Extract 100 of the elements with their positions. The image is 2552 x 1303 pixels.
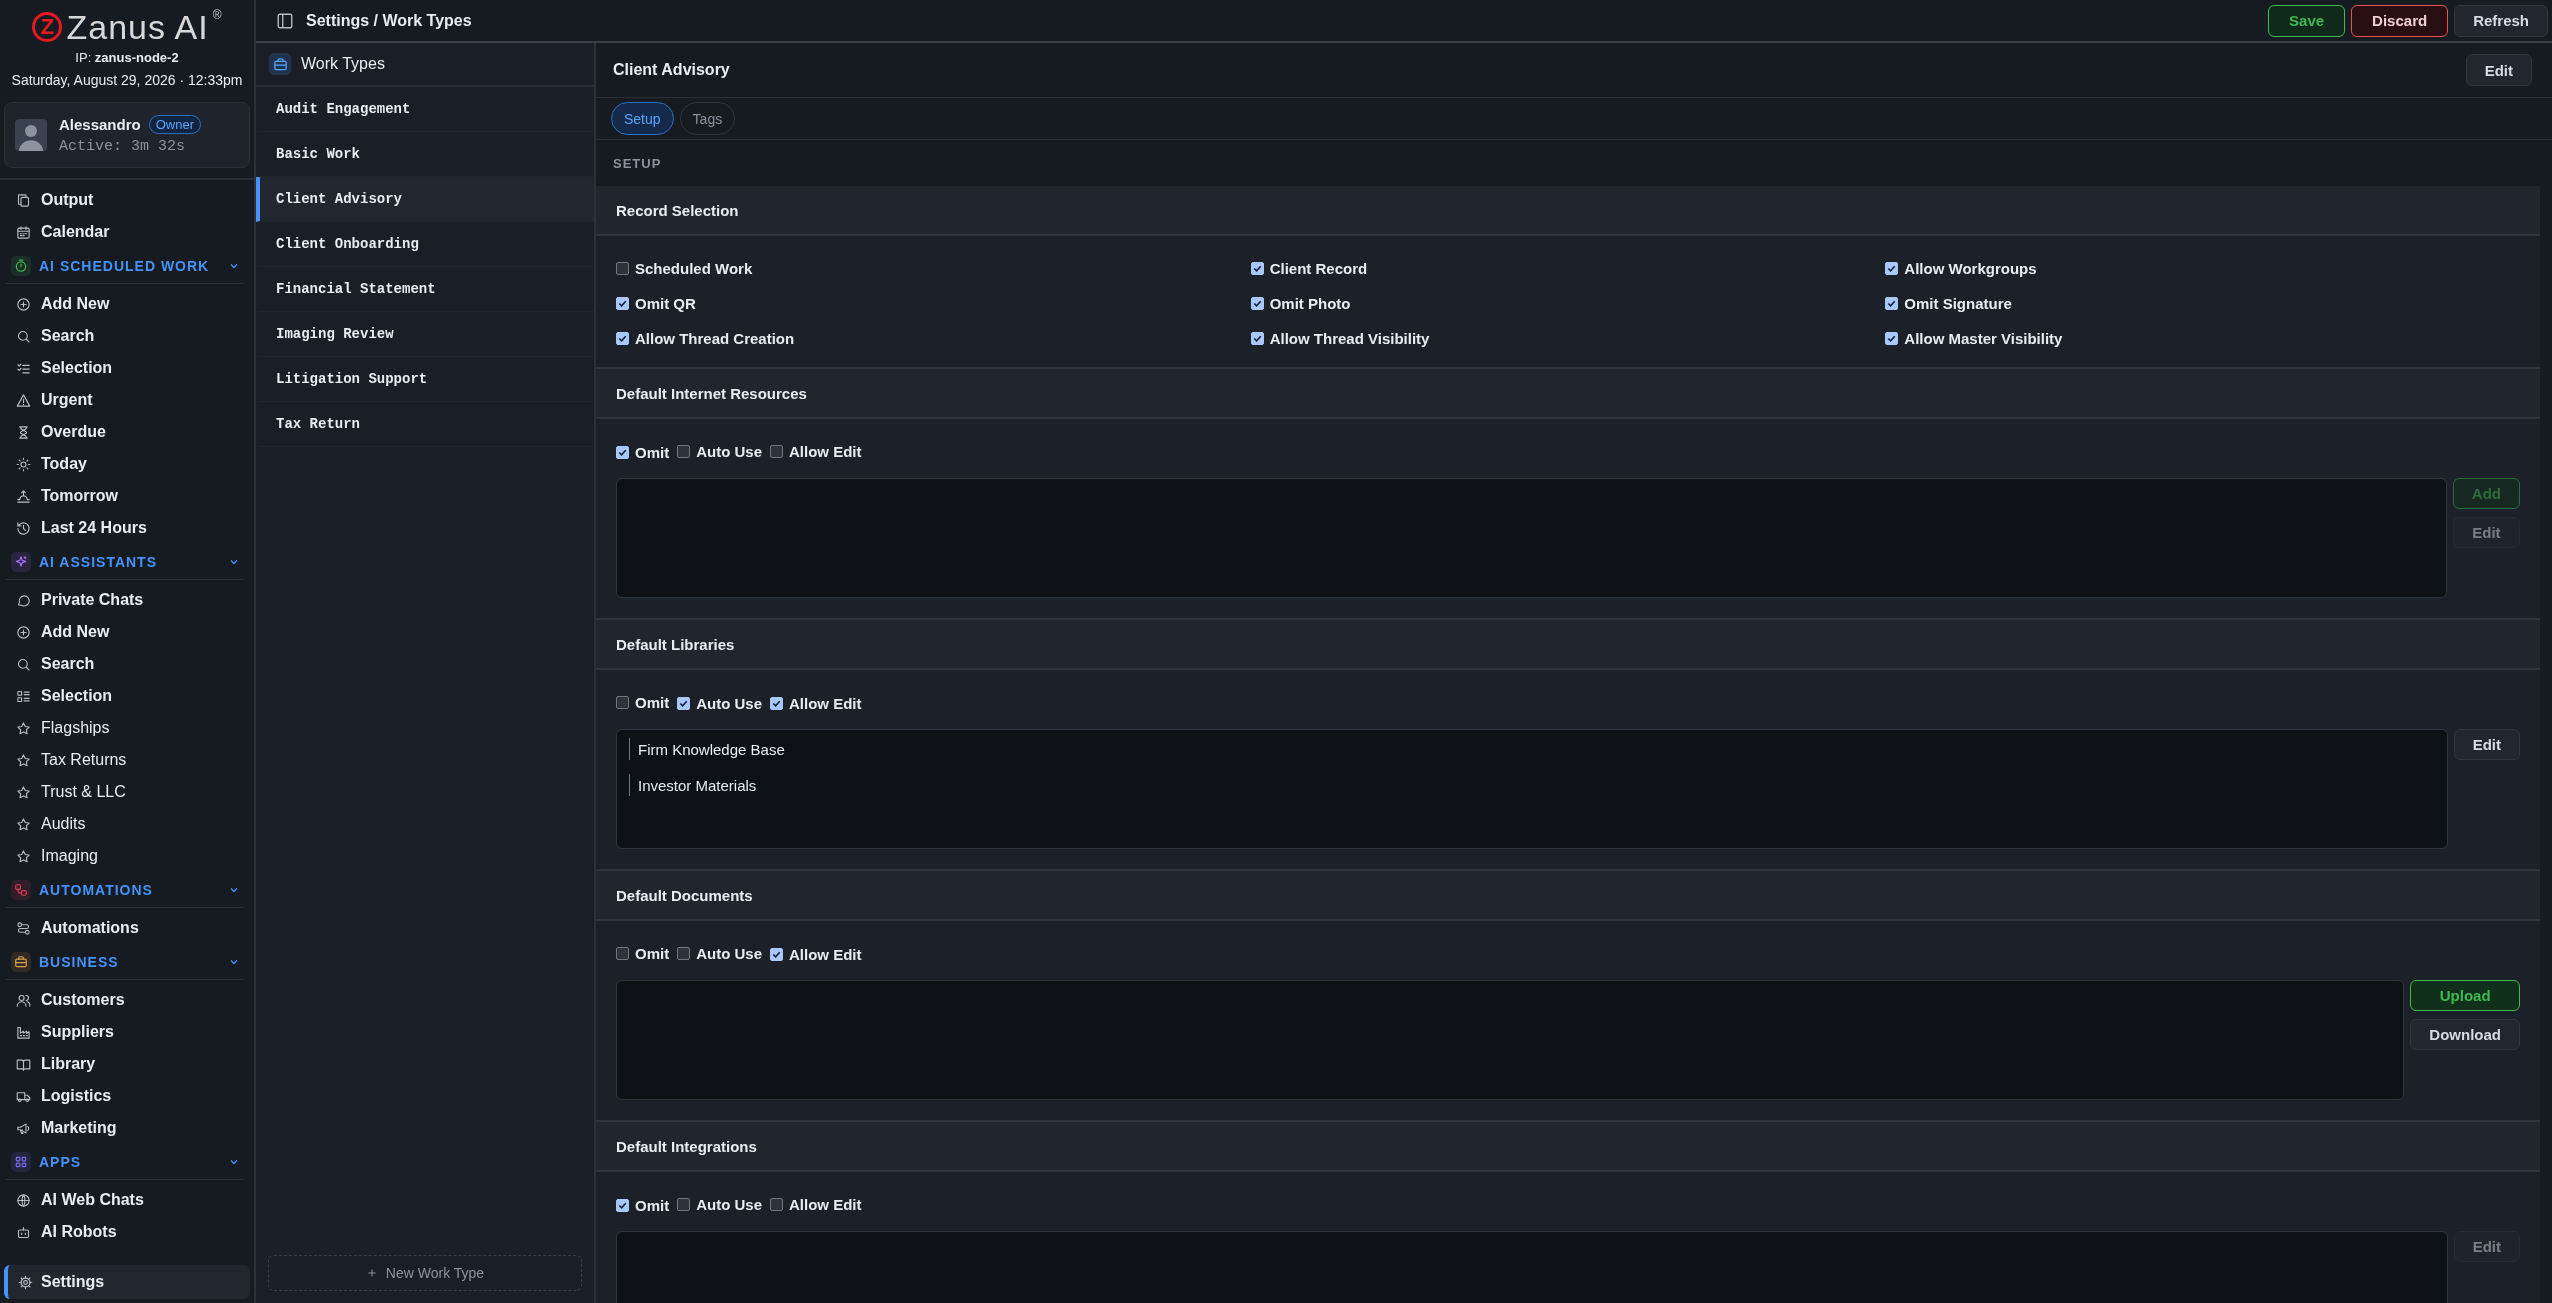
- star-icon: [16, 816, 31, 832]
- checkbox[interactable]: [616, 332, 629, 345]
- globe-icon: [16, 1192, 31, 1208]
- nav-item[interactable]: AI Robots: [6, 1216, 248, 1248]
- nav-item[interactable]: Library: [6, 1048, 248, 1080]
- nav-item[interactable]: Private Chats: [6, 584, 248, 616]
- checkbox-label: Allow Master Visibility: [1904, 330, 2063, 347]
- list-entry[interactable]: Firm Knowledge Base: [629, 738, 2435, 760]
- nav-item[interactable]: Flagships: [6, 712, 248, 744]
- nav-item[interactable]: Overdue: [6, 416, 248, 448]
- checkbox[interactable]: [677, 697, 691, 710]
- checkbox[interactable]: [770, 1198, 783, 1211]
- nav-item[interactable]: Urgent: [6, 384, 248, 416]
- checkbox[interactable]: [677, 1198, 691, 1211]
- nav-item[interactable]: Trust & LLC: [6, 776, 248, 808]
- work-type-item[interactable]: Tax Return: [256, 402, 594, 447]
- checkbox[interactable]: [616, 297, 629, 310]
- nav-item[interactable]: Logistics: [6, 1080, 248, 1112]
- documents-icon: [16, 192, 31, 208]
- nav-item[interactable]: Automations: [6, 912, 248, 944]
- nav-item[interactable]: Search: [6, 320, 248, 352]
- save-button[interactable]: Save: [2268, 4, 2346, 37]
- checkbox[interactable]: [616, 1199, 629, 1212]
- checkbox-label: Allow Edit: [789, 946, 862, 963]
- star-icon: [16, 752, 31, 768]
- factory-icon: [16, 1024, 31, 1040]
- work-type-item[interactable]: Litigation Support: [256, 357, 594, 402]
- checkbox[interactable]: [1250, 332, 1264, 345]
- checkbox[interactable]: [1250, 262, 1264, 275]
- checkbox[interactable]: [770, 948, 783, 961]
- checkbox[interactable]: [1885, 262, 1899, 275]
- section-label: AI ASSISTANTS: [39, 553, 158, 570]
- checkbox[interactable]: [616, 947, 629, 960]
- nav-item[interactable]: Last 24 Hours: [6, 512, 248, 544]
- nav-item[interactable]: Suppliers: [6, 1016, 248, 1048]
- add-button[interactable]: Upload: [2410, 980, 2520, 1011]
- work-type-item[interactable]: Client Onboarding: [256, 222, 594, 267]
- checkbox[interactable]: [616, 446, 629, 459]
- nav-item[interactable]: Today: [6, 448, 248, 480]
- panel-header: Default Internet Resources: [596, 369, 2540, 419]
- checkbox[interactable]: [770, 445, 783, 458]
- new-work-type-button[interactable]: New Work Type: [268, 1255, 582, 1291]
- user-card[interactable]: Alessandro Owner Active: 3m 32s: [4, 102, 250, 168]
- section-header[interactable]: AI SCHEDULED WORK: [6, 248, 244, 284]
- tab[interactable]: Setup: [611, 102, 674, 135]
- work-type-item[interactable]: Financial Statement: [256, 267, 594, 312]
- checkbox[interactable]: [1885, 332, 1899, 345]
- nav-item[interactable]: Audits: [6, 808, 248, 840]
- checkbox[interactable]: [616, 696, 629, 709]
- settings-item[interactable]: Settings: [4, 1265, 250, 1299]
- section-header[interactable]: AUTOMATIONS: [6, 872, 244, 908]
- refresh-button[interactable]: Refresh: [2454, 4, 2548, 37]
- nav-item[interactable]: Add New: [6, 616, 248, 648]
- calendar-icon: [16, 224, 31, 240]
- work-type-item[interactable]: Imaging Review: [256, 312, 594, 357]
- checkbox-label: Allow Edit: [789, 443, 862, 460]
- nav-item[interactable]: Calendar: [6, 216, 248, 248]
- nav-item[interactable]: Selection: [6, 680, 248, 712]
- nav-item[interactable]: Search: [6, 648, 248, 680]
- nav-item[interactable]: Tomorrow: [6, 480, 248, 512]
- nav-item[interactable]: Imaging: [6, 840, 248, 872]
- registered-mark: ®: [212, 8, 222, 22]
- work-type-item[interactable]: Audit Engagement: [256, 87, 594, 132]
- checkbox[interactable]: [616, 262, 629, 275]
- nav-item[interactable]: AI Web Chats: [6, 1184, 248, 1216]
- work-type-item[interactable]: Client Advisory: [256, 177, 594, 222]
- panel-header: Default Libraries: [596, 620, 2540, 670]
- edit-button[interactable]: Edit: [2465, 54, 2532, 86]
- section-label: BUSINESS: [39, 953, 120, 970]
- nav-item[interactable]: Tax Returns: [6, 744, 248, 776]
- action-button[interactable]: Download: [2410, 1019, 2520, 1050]
- checkbox-label: Omit Signature: [1904, 295, 2012, 312]
- checkbox[interactable]: [1885, 297, 1899, 310]
- section-header[interactable]: AI ASSISTANTS: [6, 544, 244, 580]
- section-header[interactable]: BUSINESS: [6, 944, 244, 980]
- chat-icon: [16, 592, 31, 608]
- nav-item[interactable]: Add New: [6, 288, 248, 320]
- nav-item[interactable]: Marketing: [6, 1112, 248, 1144]
- checkbox[interactable]: [677, 445, 691, 458]
- add-icon: [16, 624, 31, 640]
- action-button[interactable]: Edit: [2453, 729, 2520, 760]
- settings-icon: [18, 1274, 33, 1290]
- section-header[interactable]: APPS: [6, 1144, 244, 1180]
- checkbox-label: Omit: [635, 945, 670, 962]
- nav-item[interactable]: Customers: [6, 984, 248, 1016]
- checkbox-label: Allow Edit: [789, 695, 862, 712]
- checkbox[interactable]: [770, 697, 783, 710]
- nav-item[interactable]: Selection: [6, 352, 248, 384]
- list-entry[interactable]: Investor Materials: [629, 774, 2435, 796]
- checkbox[interactable]: [677, 947, 691, 960]
- panel-header: Record Selection: [596, 186, 2540, 236]
- sun-icon: [16, 456, 31, 472]
- star-icon: [16, 784, 31, 800]
- checkbox-label: Omit QR: [635, 295, 696, 312]
- checkbox[interactable]: [1250, 297, 1264, 310]
- users-icon: [16, 992, 31, 1008]
- detail-title: Client Advisory: [613, 61, 730, 79]
- discard-button[interactable]: Discard: [2351, 4, 2449, 37]
- nav-item[interactable]: Output: [6, 184, 248, 216]
- ip-address: IP: zanus-node-2: [74, 50, 180, 65]
